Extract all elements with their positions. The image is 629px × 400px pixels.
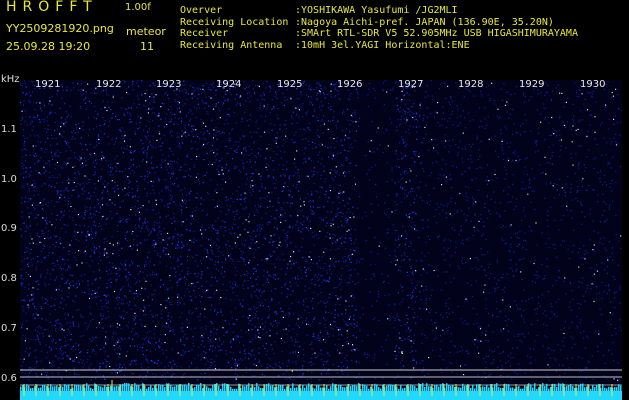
info-value: :Nagoya Aichi-pref. JAPAN (136.90E, 35.2… (295, 16, 554, 28)
y-tick: 1.1 (1, 124, 17, 135)
version-label: 1.00f (125, 2, 151, 13)
x-tick: 1930 (580, 79, 606, 90)
info-key: Receiving Location (180, 16, 289, 28)
spectrogram-background (20, 80, 622, 400)
x-tick: 1929 (519, 79, 545, 90)
x-tick: 1927 (398, 79, 424, 90)
info-value: :YOSHIKAWA Yasufumi /JG2MLI (295, 5, 458, 16)
info-row-observer: Overver :YOSHIKAWA Yasufumi /JG2MLI (180, 5, 578, 17)
x-tick: 1926 (337, 79, 363, 90)
y-tick: 0.6 (1, 373, 17, 384)
y-tick: 1.0 (1, 174, 17, 185)
y-tick: 0.7 (1, 323, 17, 334)
x-tick: 1921 (35, 79, 61, 90)
y-axis-unit: kHz (1, 74, 20, 85)
station-info: Overver :YOSHIKAWA Yasufumi /JG2MLI Rece… (180, 5, 578, 51)
x-tick: 1923 (156, 79, 182, 90)
info-key: Receiving Antenna (180, 39, 283, 51)
mode-label: meteor (126, 25, 166, 38)
x-tick: 1925 (277, 79, 303, 90)
y-tick: 0.9 (1, 223, 17, 234)
info-value: :10mH 3el.YAGI Horizontal:ENE (295, 39, 470, 51)
info-value: :SMArt RTL-SDR V5 52.905MHz USB HIGASHIM… (295, 28, 578, 39)
echo-count: 11 (140, 40, 154, 53)
info-row-location: Receiving Location :Nagoya Aichi-pref. J… (180, 17, 578, 29)
y-tick: 0.8 (1, 273, 17, 284)
waterfall-spectrogram (20, 80, 622, 400)
x-tick: 1924 (216, 79, 242, 90)
info-key: Overver (180, 5, 223, 16)
x-tick: 1922 (96, 79, 122, 90)
info-key: Receiver (180, 28, 229, 39)
x-tick: 1928 (458, 79, 484, 90)
filename-label: YY2509281920.png (6, 22, 114, 35)
info-row-antenna: Receiving Antenna :10mH 3el.YAGI Horizon… (180, 40, 578, 52)
info-row-receiver: Receiver :SMArt RTL-SDR V5 52.905MHz USB… (180, 28, 578, 40)
app-title: HROFFT (6, 0, 98, 15)
timestamp-label: 25.09.28 19:20 (6, 40, 91, 53)
